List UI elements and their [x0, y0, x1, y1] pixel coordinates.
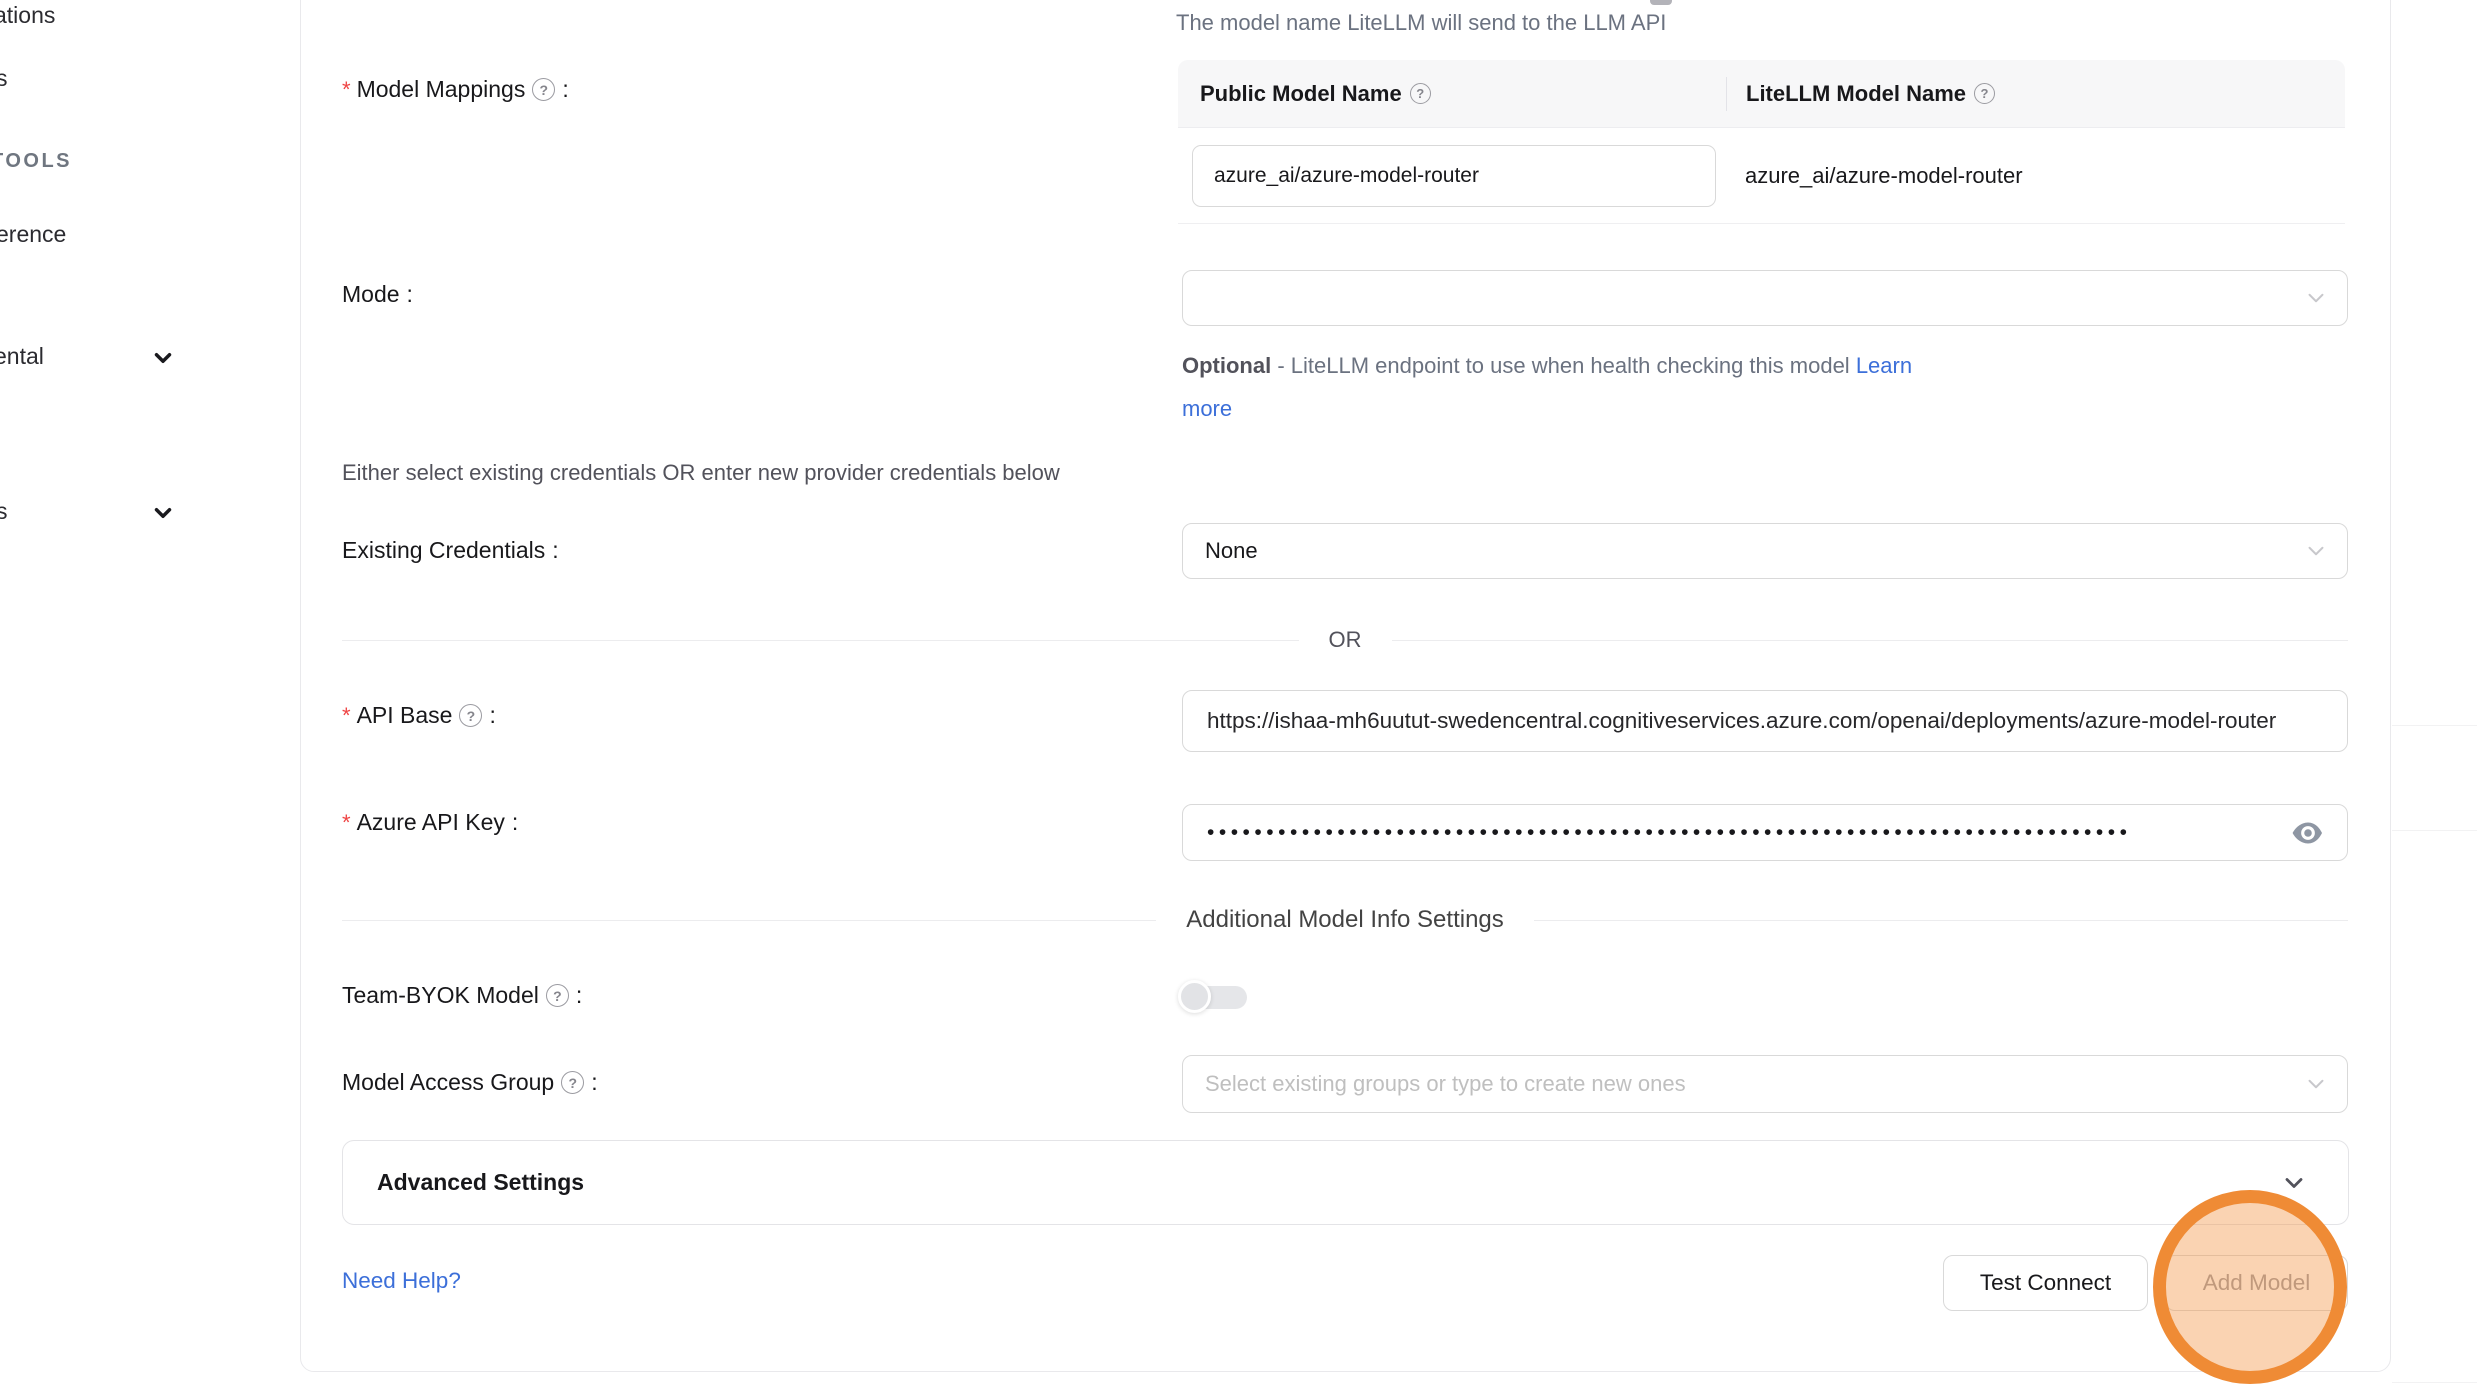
chevron-down-icon	[150, 500, 176, 526]
input-value: https://ishaa-mh6uutut-swedencentral.cog…	[1207, 708, 2276, 734]
show-password-button[interactable]	[2291, 819, 2325, 847]
mode-helper-text: Optional - LiteLLM endpoint to use when …	[1182, 344, 2082, 430]
help-circle-icon[interactable]: ?	[561, 1071, 584, 1094]
model-access-group-label: Model Access Group ? :	[342, 1069, 598, 1096]
model-mappings-table: Public Model Name ? LiteLLM Model Name ?…	[1178, 60, 2345, 224]
model-name-helper-text: The model name LiteLLM will send to the …	[1176, 10, 1666, 36]
chevron-down-icon	[150, 345, 176, 371]
eye-icon	[2291, 819, 2325, 847]
column-header-litellm-model-name: LiteLLM Model Name ?	[1726, 81, 1995, 107]
add-model-page: ations s TOOLS erence ental s The model …	[0, 0, 2477, 1385]
api-base-input[interactable]: https://ishaa-mh6uutut-swedencentral.cog…	[1182, 690, 2348, 752]
required-marker: *	[342, 810, 351, 836]
learn-more-link[interactable]: Learn	[1856, 353, 1912, 378]
button-label: Add Model	[2203, 1270, 2311, 1296]
sidebar-item-label: erence	[0, 221, 66, 247]
sidebar-item-label: ental	[0, 343, 44, 369]
existing-credentials-label: Existing Credentials :	[342, 537, 559, 564]
help-circle-icon[interactable]: ?	[532, 78, 555, 101]
required-marker: *	[342, 77, 351, 103]
column-divider	[1726, 77, 1727, 111]
test-connect-button[interactable]: Test Connect	[1943, 1255, 2148, 1311]
label-text: API Base	[357, 702, 453, 729]
public-model-name-input[interactable]: azure_ai/azure-model-router	[1192, 145, 1716, 207]
table-row: azure_ai/azure-model-router azure_ai/azu…	[1178, 128, 2345, 224]
sidebar-item-label: ations	[0, 2, 55, 28]
helper-bold: Optional	[1182, 353, 1271, 378]
label-text: Existing Credentials	[342, 537, 545, 564]
sidebar-item-erence[interactable]: erence	[0, 221, 66, 248]
help-circle-icon[interactable]: ?	[1410, 83, 1431, 104]
cell-text: azure_ai/azure-model-router	[1745, 163, 2023, 189]
label-text: Model Access Group	[342, 1069, 554, 1096]
table-header-row: Public Model Name ? LiteLLM Model Name ?	[1178, 60, 2345, 128]
column-header-public-model-name: Public Model Name ?	[1178, 81, 1726, 107]
button-label: Test Connect	[1980, 1270, 2111, 1296]
need-help-link[interactable]: Need Help?	[342, 1268, 461, 1294]
azure-api-key-input[interactable]: ••••••••••••••••••••••••••••••••••••••••…	[1182, 804, 2348, 861]
help-circle-icon[interactable]: ?	[459, 704, 482, 727]
cropped-element-artifact	[1650, 0, 1672, 5]
mode-label: Mode :	[342, 281, 413, 308]
sidebar-item-s2[interactable]: s	[0, 498, 8, 525]
chevron-down-icon	[2303, 1071, 2329, 1097]
chevron-down-icon	[2303, 538, 2329, 564]
divider-text: OR	[1329, 627, 1362, 653]
existing-credentials-select[interactable]: None	[1182, 523, 2348, 579]
divider-text: Additional Model Info Settings	[1186, 906, 1504, 934]
team-byok-toggle[interactable]	[1178, 980, 1248, 1015]
chevron-down-icon	[2280, 1169, 2308, 1197]
background-artifact-line	[2392, 1382, 2477, 1383]
team-byok-label: Team-BYOK Model ? :	[342, 982, 582, 1009]
azure-api-key-label: * Azure API Key :	[342, 809, 518, 836]
sidebar-item-label: s	[0, 65, 8, 91]
background-artifact-line	[2392, 725, 2477, 726]
advanced-settings-label: Advanced Settings	[377, 1169, 584, 1196]
model-access-group-select[interactable]: Select existing groups or type to create…	[1182, 1055, 2348, 1113]
label-colon: :	[512, 809, 518, 836]
credentials-note: Either select existing credentials OR en…	[342, 460, 1060, 486]
advanced-settings-panel[interactable]: Advanced Settings	[342, 1140, 2349, 1225]
api-base-label: * API Base ? :	[342, 702, 496, 729]
label-colon: :	[552, 537, 558, 564]
learn-more-link[interactable]: more	[1182, 396, 1232, 421]
input-value: azure_ai/azure-model-router	[1214, 164, 1479, 188]
add-model-button[interactable]: Add Model	[2165, 1255, 2348, 1311]
label-colon: :	[407, 281, 413, 308]
background-artifact-line	[2392, 830, 2477, 831]
select-value: None	[1205, 538, 1258, 564]
toggle-knob	[1178, 980, 1211, 1013]
label-text: Mode	[342, 281, 400, 308]
chevron-down-icon	[2303, 285, 2329, 311]
select-placeholder: Select existing groups or type to create…	[1205, 1071, 1686, 1097]
column-header-label: LiteLLM Model Name	[1746, 81, 1966, 107]
litellm-model-name-value: azure_ai/azure-model-router	[1745, 128, 2023, 224]
or-divider: OR	[342, 624, 2348, 656]
help-circle-icon[interactable]: ?	[1974, 83, 1995, 104]
mode-select[interactable]	[1182, 270, 2348, 326]
helper-body: - LiteLLM endpoint to use when health ch…	[1271, 353, 1856, 378]
sidebar-item-ations[interactable]: ations	[0, 2, 55, 29]
sidebar: ations s TOOLS erence ental s	[0, 0, 300, 1385]
model-mappings-label: * Model Mappings ? :	[342, 76, 569, 103]
label-colon: :	[562, 76, 568, 103]
required-marker: *	[342, 703, 351, 729]
label-colon: :	[489, 702, 495, 729]
label-text: Model Mappings	[357, 76, 526, 103]
masked-password-value: ••••••••••••••••••••••••••••••••••••••••…	[1207, 821, 2247, 845]
label-colon: :	[591, 1069, 597, 1096]
label-text: Team-BYOK Model	[342, 982, 539, 1009]
sidebar-section-tools: TOOLS	[0, 150, 72, 173]
sidebar-item-s1[interactable]: s	[0, 65, 8, 92]
help-circle-icon[interactable]: ?	[546, 984, 569, 1007]
label-text: Azure API Key	[357, 809, 505, 836]
column-header-label: Public Model Name	[1200, 81, 1402, 107]
label-colon: :	[576, 982, 582, 1009]
sidebar-section-label: TOOLS	[0, 150, 72, 172]
sidebar-item-label: s	[0, 498, 8, 524]
sidebar-item-ental[interactable]: ental	[0, 343, 44, 370]
additional-info-divider: Additional Model Info Settings	[342, 902, 2348, 938]
